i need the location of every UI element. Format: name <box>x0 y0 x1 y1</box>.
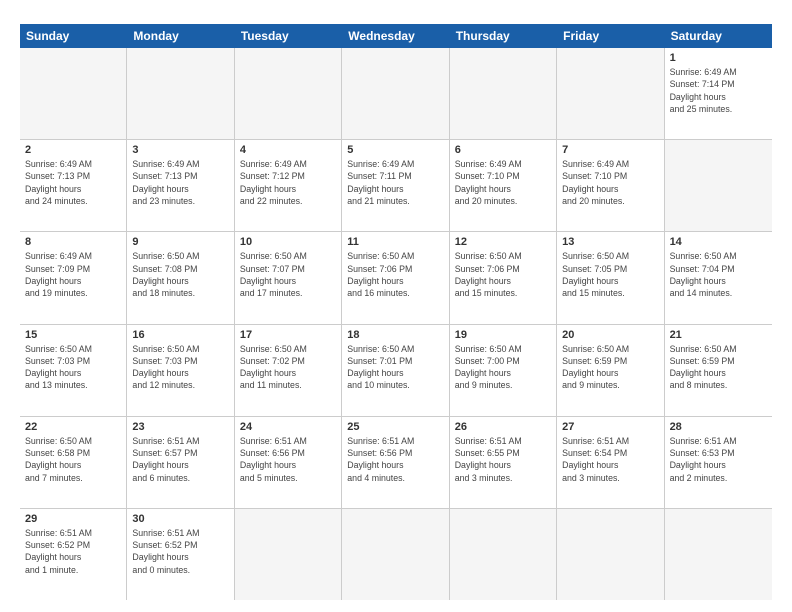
cal-cell-empty <box>450 48 557 139</box>
cal-cell-12: 12Sunrise: 6:50 AMSunset: 7:06 PMDayligh… <box>450 232 557 323</box>
cal-cell-20: 20Sunrise: 6:50 AMSunset: 6:59 PMDayligh… <box>557 325 664 416</box>
page: General Blue SundayMondayTuesdayWednesda… <box>0 0 792 612</box>
cal-cell-26: 26Sunrise: 6:51 AMSunset: 6:55 PMDayligh… <box>450 417 557 508</box>
header-day-monday: Monday <box>127 24 234 48</box>
header-day-sunday: Sunday <box>20 24 127 48</box>
week-row-1: 1Sunrise: 6:49 AMSunset: 7:14 PMDaylight… <box>20 48 772 140</box>
week-row-2: 2Sunrise: 6:49 AMSunset: 7:13 PMDaylight… <box>20 140 772 232</box>
header-day-tuesday: Tuesday <box>235 24 342 48</box>
cal-cell-19: 19Sunrise: 6:50 AMSunset: 7:00 PMDayligh… <box>450 325 557 416</box>
cal-cell-empty <box>342 48 449 139</box>
cal-cell-empty <box>20 48 127 139</box>
cal-cell-6: 6Sunrise: 6:49 AMSunset: 7:10 PMDaylight… <box>450 140 557 231</box>
cal-cell-27: 27Sunrise: 6:51 AMSunset: 6:54 PMDayligh… <box>557 417 664 508</box>
week-row-4: 15Sunrise: 6:50 AMSunset: 7:03 PMDayligh… <box>20 325 772 417</box>
calendar-header: SundayMondayTuesdayWednesdayThursdayFrid… <box>20 24 772 48</box>
cal-cell-16: 16Sunrise: 6:50 AMSunset: 7:03 PMDayligh… <box>127 325 234 416</box>
cal-cell-empty <box>235 509 342 600</box>
cal-cell-7: 7Sunrise: 6:49 AMSunset: 7:10 PMDaylight… <box>557 140 664 231</box>
cal-cell-28: 28Sunrise: 6:51 AMSunset: 6:53 PMDayligh… <box>665 417 772 508</box>
cal-cell-3: 3Sunrise: 6:49 AMSunset: 7:13 PMDaylight… <box>127 140 234 231</box>
header-day-friday: Friday <box>557 24 664 48</box>
cal-cell-14: 14Sunrise: 6:50 AMSunset: 7:04 PMDayligh… <box>665 232 772 323</box>
header-day-saturday: Saturday <box>665 24 772 48</box>
header-day-wednesday: Wednesday <box>342 24 449 48</box>
cal-cell-21: 21Sunrise: 6:50 AMSunset: 6:59 PMDayligh… <box>665 325 772 416</box>
cal-cell-30: 30Sunrise: 6:51 AMSunset: 6:52 PMDayligh… <box>127 509 234 600</box>
cal-cell-empty <box>557 509 664 600</box>
week-row-6: 29Sunrise: 6:51 AMSunset: 6:52 PMDayligh… <box>20 509 772 600</box>
cal-cell-10: 10Sunrise: 6:50 AMSunset: 7:07 PMDayligh… <box>235 232 342 323</box>
cal-cell-18: 18Sunrise: 6:50 AMSunset: 7:01 PMDayligh… <box>342 325 449 416</box>
cal-cell-empty <box>557 48 664 139</box>
cal-cell-empty <box>127 48 234 139</box>
week-row-5: 22Sunrise: 6:50 AMSunset: 6:58 PMDayligh… <box>20 417 772 509</box>
cal-cell-2: 2Sunrise: 6:49 AMSunset: 7:13 PMDaylight… <box>20 140 127 231</box>
cal-cell-25: 25Sunrise: 6:51 AMSunset: 6:56 PMDayligh… <box>342 417 449 508</box>
cal-cell-empty <box>665 140 772 231</box>
cal-cell-15: 15Sunrise: 6:50 AMSunset: 7:03 PMDayligh… <box>20 325 127 416</box>
cal-cell-empty <box>235 48 342 139</box>
calendar-body: 1Sunrise: 6:49 AMSunset: 7:14 PMDaylight… <box>20 48 772 600</box>
cal-cell-empty <box>665 509 772 600</box>
cal-cell-13: 13Sunrise: 6:50 AMSunset: 7:05 PMDayligh… <box>557 232 664 323</box>
cal-cell-24: 24Sunrise: 6:51 AMSunset: 6:56 PMDayligh… <box>235 417 342 508</box>
cal-cell-8: 8Sunrise: 6:49 AMSunset: 7:09 PMDaylight… <box>20 232 127 323</box>
cal-cell-1: 1Sunrise: 6:49 AMSunset: 7:14 PMDaylight… <box>665 48 772 139</box>
cal-cell-4: 4Sunrise: 6:49 AMSunset: 7:12 PMDaylight… <box>235 140 342 231</box>
week-row-3: 8Sunrise: 6:49 AMSunset: 7:09 PMDaylight… <box>20 232 772 324</box>
cal-cell-17: 17Sunrise: 6:50 AMSunset: 7:02 PMDayligh… <box>235 325 342 416</box>
cal-cell-29: 29Sunrise: 6:51 AMSunset: 6:52 PMDayligh… <box>20 509 127 600</box>
cal-cell-empty <box>450 509 557 600</box>
cal-cell-23: 23Sunrise: 6:51 AMSunset: 6:57 PMDayligh… <box>127 417 234 508</box>
cal-cell-9: 9Sunrise: 6:50 AMSunset: 7:08 PMDaylight… <box>127 232 234 323</box>
calendar: SundayMondayTuesdayWednesdayThursdayFrid… <box>20 24 772 600</box>
cal-cell-5: 5Sunrise: 6:49 AMSunset: 7:11 PMDaylight… <box>342 140 449 231</box>
cal-cell-22: 22Sunrise: 6:50 AMSunset: 6:58 PMDayligh… <box>20 417 127 508</box>
header-day-thursday: Thursday <box>450 24 557 48</box>
cal-cell-11: 11Sunrise: 6:50 AMSunset: 7:06 PMDayligh… <box>342 232 449 323</box>
cal-cell-empty <box>342 509 449 600</box>
